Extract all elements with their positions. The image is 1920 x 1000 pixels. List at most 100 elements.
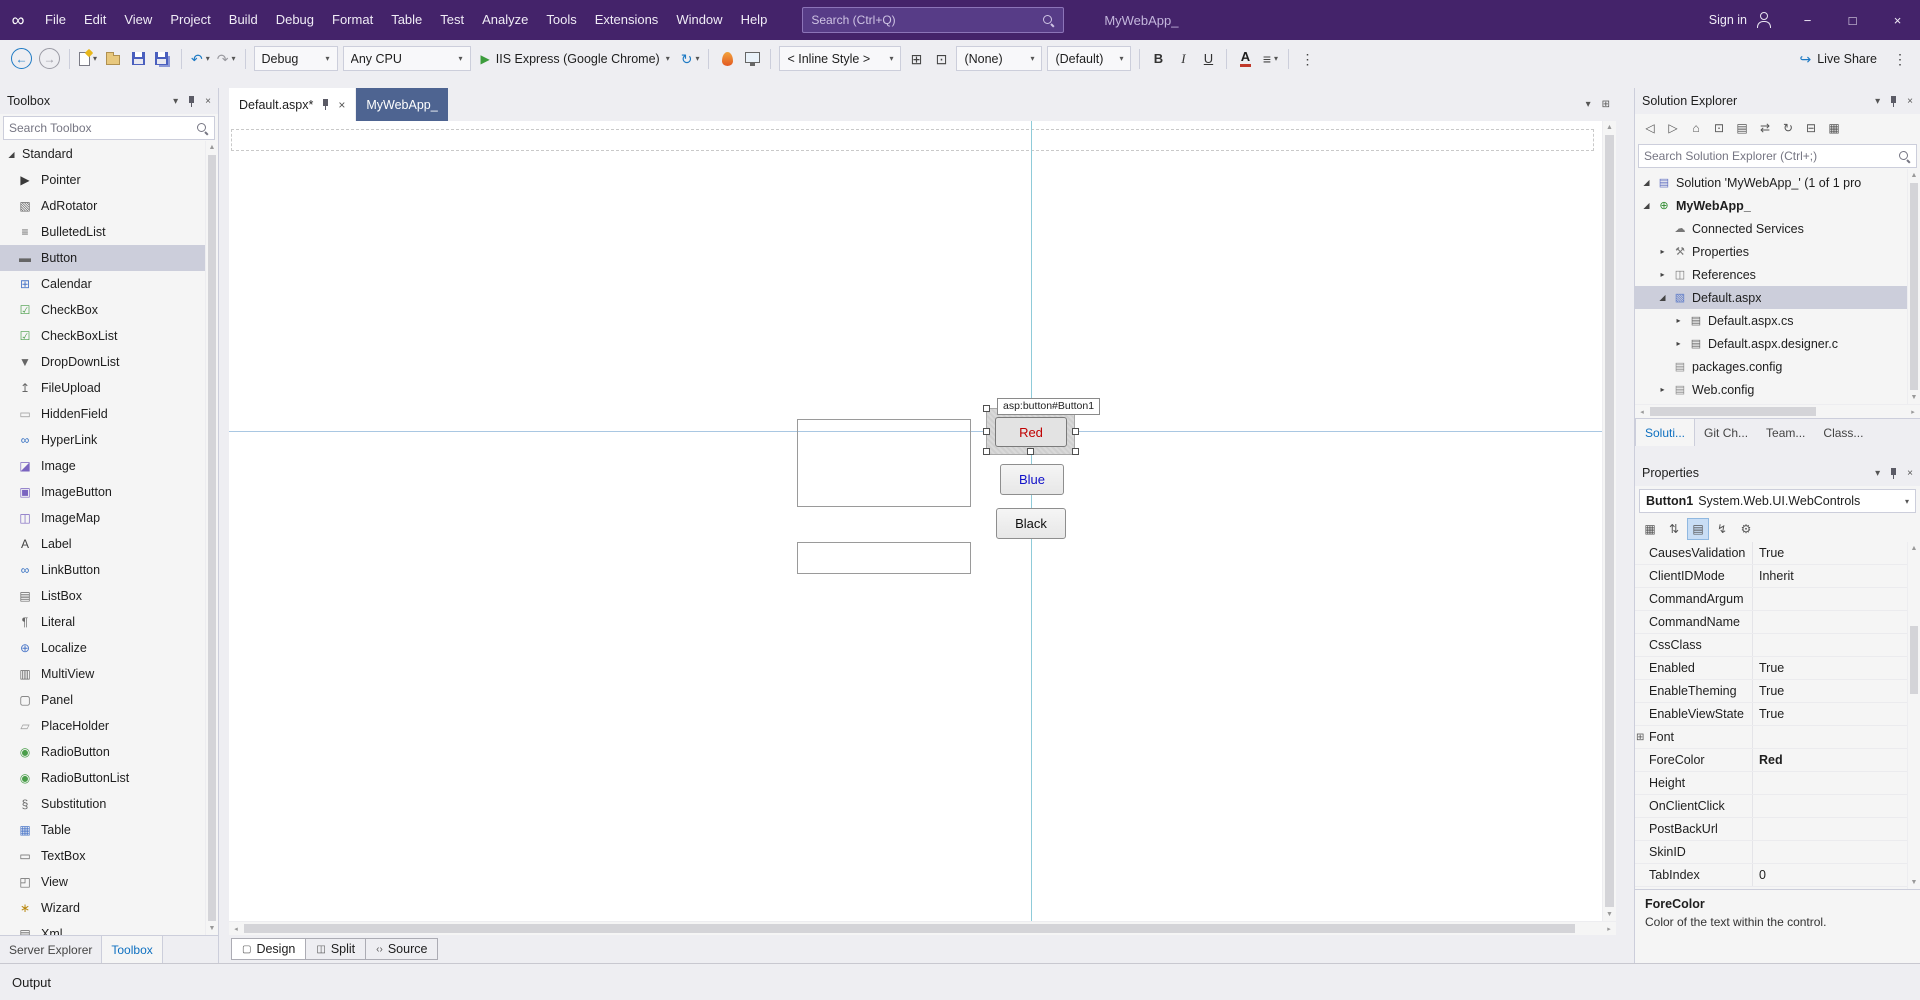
toolbox-item-listbox[interactable]: ▤ ListBox	[0, 583, 205, 609]
tree-item-properties[interactable]: ▸ ⚒ Properties	[1635, 240, 1907, 263]
view-tab-split[interactable]: ◫ Split	[305, 938, 367, 960]
chevron-collapsed-icon[interactable]: ▸	[1657, 385, 1668, 394]
close-window-button[interactable]: ×	[1875, 0, 1920, 40]
solution-search-box[interactable]	[1638, 144, 1917, 168]
solution-horizontal-scrollbar[interactable]: ◂ ▸	[1635, 404, 1920, 418]
scroll-up-icon[interactable]: ▲	[1908, 169, 1920, 182]
tree-item-default-aspx-designer-c[interactable]: ▸ ▤ Default.aspx.designer.c	[1635, 332, 1907, 355]
property-row-commandname[interactable]: CommandName	[1635, 611, 1907, 634]
property-row-height[interactable]: Height	[1635, 772, 1907, 795]
property-value[interactable]	[1753, 611, 1907, 633]
scrollbar-thumb[interactable]	[244, 924, 1575, 933]
scrollbar-thumb[interactable]	[1650, 407, 1817, 416]
toolbox-item-label[interactable]: A Label	[0, 531, 205, 557]
output-panel-tab[interactable]: Output	[0, 963, 1920, 1000]
tree-item-mywebapp[interactable]: ◢ ⊕ MyWebApp_	[1635, 194, 1907, 217]
property-value[interactable]: Red	[1753, 749, 1907, 771]
bold-button[interactable]: B	[1146, 46, 1170, 72]
menu-extensions[interactable]: Extensions	[586, 0, 668, 40]
toolbox-item-table[interactable]: ▦ Table	[0, 817, 205, 843]
toolbox-search-box[interactable]	[3, 116, 215, 140]
tree-item-references[interactable]: ▸ ◫ References	[1635, 263, 1907, 286]
scroll-up-icon[interactable]: ▲	[206, 141, 218, 154]
property-row-tabindex[interactable]: TabIndex 0	[1635, 864, 1907, 887]
pin-icon[interactable]	[320, 98, 331, 111]
property-row-enabletheming[interactable]: EnableTheming True	[1635, 680, 1907, 703]
panel-tab-soluti[interactable]: Soluti...	[1635, 419, 1696, 446]
property-row-font[interactable]: ⊞ Font	[1635, 726, 1907, 749]
toolbox-item-literal[interactable]: ¶ Literal	[0, 609, 205, 635]
solution-search-input[interactable]	[1644, 149, 1898, 163]
tree-item-packages-config[interactable]: ▤ packages.config	[1635, 355, 1907, 378]
toolbox-item-bulletedlist[interactable]: ≡ BulletedList	[0, 219, 205, 245]
property-value[interactable]	[1753, 726, 1907, 748]
toolbox-scrollbar[interactable]: ▲ ▼	[205, 141, 218, 935]
scroll-left-icon[interactable]: ◂	[1635, 405, 1649, 418]
property-row-cssclass[interactable]: CssClass	[1635, 634, 1907, 657]
pin-icon[interactable]	[1888, 467, 1899, 480]
redo-button[interactable]: ↷ ▾	[214, 46, 239, 72]
textbox-element-outline[interactable]	[797, 542, 971, 574]
menu-edit[interactable]: Edit	[75, 0, 115, 40]
css-class-combo[interactable]: (None) ▾	[956, 46, 1043, 71]
close-icon[interactable]: ×	[1907, 96, 1913, 107]
close-tab-icon[interactable]: ×	[338, 98, 345, 112]
refresh-button[interactable]: ↻ ▾	[678, 46, 703, 72]
pending-changes-filter-icon[interactable]: ▤	[1731, 117, 1753, 139]
toolbox-item-fileupload[interactable]: ↥ FileUpload	[0, 375, 205, 401]
property-row-onclientclick[interactable]: OnClientClick	[1635, 795, 1907, 818]
panel-tab-git-ch[interactable]: Git Ch...	[1695, 419, 1757, 446]
toolbox-item-multiview[interactable]: ▥ MultiView	[0, 661, 205, 687]
navigate-forward-button[interactable]: →	[36, 46, 63, 72]
toolbox-item-hyperlink[interactable]: ∞ HyperLink	[0, 427, 205, 453]
editor-horizontal-scrollbar[interactable]: ◂ ▸	[229, 921, 1616, 935]
live-share-button[interactable]: ↪ Live Share	[1790, 52, 1888, 66]
scroll-up-icon[interactable]: ▲	[1603, 121, 1616, 134]
selection-handle-sw[interactable]	[983, 448, 990, 455]
toolbox-item-dropdownlist[interactable]: ▼ DropDownList	[0, 349, 205, 375]
tree-item-web-config[interactable]: ▸ ▤ Web.config	[1635, 378, 1907, 401]
undo-button[interactable]: ↶ ▾	[188, 46, 213, 72]
selection-handle-w[interactable]	[983, 428, 990, 435]
menu-project[interactable]: Project	[161, 0, 219, 40]
panel-tab-team[interactable]: Team...	[1757, 419, 1814, 446]
toolbox-item-hiddenfield[interactable]: ▭ HiddenField	[0, 401, 205, 427]
property-row-skinid[interactable]: SkinID	[1635, 841, 1907, 864]
selection-handle-e[interactable]	[1072, 428, 1079, 435]
menu-format[interactable]: Format	[323, 0, 382, 40]
property-row-forecolor[interactable]: ForeColor Red	[1635, 749, 1907, 772]
toolbox-item-checkboxlist[interactable]: ☑ CheckBoxList	[0, 323, 205, 349]
property-row-postbackurl[interactable]: PostBackUrl	[1635, 818, 1907, 841]
menu-test[interactable]: Test	[431, 0, 473, 40]
alphabetical-icon[interactable]: ⇅	[1663, 518, 1685, 540]
close-icon[interactable]: ×	[205, 96, 211, 107]
solution-platform-combo[interactable]: Any CPU ▾	[342, 46, 471, 71]
toolbox-item-adrotator[interactable]: ▧ AdRotator	[0, 193, 205, 219]
scrollbar-thumb[interactable]	[1605, 135, 1614, 907]
scroll-down-icon[interactable]: ▼	[206, 922, 218, 935]
minimize-button[interactable]: −	[1785, 0, 1830, 40]
save-all-button[interactable]	[151, 46, 175, 72]
window-position-icon[interactable]: ▾	[173, 96, 178, 107]
toolbox-item-imagebutton[interactable]: ▣ ImageButton	[0, 479, 205, 505]
toolbox-item-xml[interactable]: ▤ Xml	[0, 921, 205, 935]
italic-button[interactable]: I	[1171, 46, 1195, 72]
maximize-button[interactable]: □	[1830, 0, 1875, 40]
property-row-clientidmode[interactable]: ClientIDMode Inherit	[1635, 565, 1907, 588]
property-value[interactable]: Inherit	[1753, 565, 1907, 587]
property-value[interactable]	[1753, 634, 1907, 656]
properties-view-icon[interactable]: ▤	[1687, 518, 1709, 540]
collapse-all-icon[interactable]: ⊟	[1800, 117, 1822, 139]
events-icon[interactable]: ↯	[1711, 518, 1733, 540]
window-position-icon[interactable]: ▾	[1875, 468, 1880, 479]
toolbox-item-checkbox[interactable]: ☑ CheckBox	[0, 297, 205, 323]
sign-in-button[interactable]: Sign in	[1695, 12, 1785, 28]
window-position-icon[interactable]: ▾	[1875, 96, 1880, 107]
property-row-causesvalidation[interactable]: CausesValidation True	[1635, 542, 1907, 565]
toolbox-item-radiobutton[interactable]: ◉ RadioButton	[0, 739, 205, 765]
chevron-collapsed-icon[interactable]: ▸	[1673, 316, 1684, 325]
chevron-collapsed-icon[interactable]: ▸	[1673, 339, 1684, 348]
new-file-button[interactable]: ▾	[76, 46, 100, 72]
document-list-chevron-icon[interactable]: ▾	[1586, 99, 1591, 110]
toolbox-item-linkbutton[interactable]: ∞ LinkButton	[0, 557, 205, 583]
